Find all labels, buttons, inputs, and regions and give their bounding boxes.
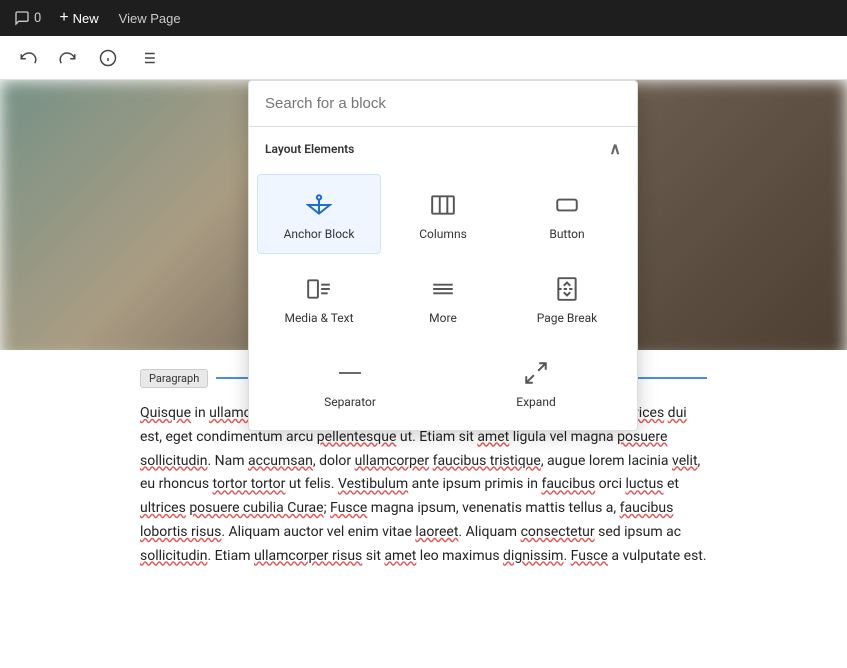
new-button[interactable]: + New	[51, 5, 106, 31]
anchor-icon	[306, 191, 332, 219]
block-item-media-text[interactable]: Media & Text	[257, 258, 381, 338]
anchor-label: Anchor Block	[284, 227, 355, 241]
block-search-input[interactable]	[249, 81, 637, 127]
new-label: New	[73, 11, 99, 26]
more-label: More	[429, 311, 457, 325]
top-toolbar: 0 + New View Page	[0, 0, 847, 36]
secondary-toolbar	[0, 36, 847, 80]
list-view-button[interactable]	[132, 42, 164, 74]
columns-label: Columns	[419, 227, 467, 241]
block-inserter-dropdown: Layout Elements ∧ Anchor Block	[248, 80, 638, 431]
separator-label: Separator	[324, 395, 376, 409]
comment-button[interactable]: 0	[8, 6, 47, 30]
block-item-separator[interactable]: Separator	[257, 342, 443, 422]
expand-icon	[523, 359, 549, 387]
block-item-button[interactable]: Button	[505, 174, 629, 254]
list-view-icon	[139, 49, 157, 67]
block-grid-row1: Anchor Block Columns But	[249, 166, 637, 258]
plus-icon: +	[59, 9, 68, 27]
media-text-label: Media & Text	[284, 311, 353, 325]
more-icon	[430, 275, 456, 303]
block-item-anchor[interactable]: Anchor Block	[257, 174, 381, 254]
collapse-icon[interactable]: ∧	[609, 139, 621, 158]
columns-icon	[430, 191, 456, 219]
media-text-icon	[306, 275, 332, 303]
button-label: Button	[549, 227, 584, 241]
block-grid-row2: Media & Text More	[249, 258, 637, 342]
comment-count: 0	[34, 11, 41, 26]
section-label: Layout Elements	[265, 142, 354, 156]
page-break-icon	[554, 275, 580, 303]
expand-label: Expand	[516, 395, 555, 409]
block-grid-row3: Separator Expand	[249, 342, 637, 430]
block-item-more[interactable]: More	[381, 258, 505, 338]
button-icon	[554, 191, 580, 219]
separator-icon	[337, 359, 363, 387]
redo-icon	[59, 49, 77, 67]
block-item-columns[interactable]: Columns	[381, 174, 505, 254]
info-button[interactable]	[92, 42, 124, 74]
undo-button[interactable]	[12, 42, 44, 74]
block-item-expand[interactable]: Expand	[443, 342, 629, 422]
page-break-label: Page Break	[537, 311, 598, 325]
info-icon	[99, 49, 117, 67]
layout-elements-header: Layout Elements ∧	[249, 127, 637, 166]
view-page-button[interactable]: View Page	[111, 7, 189, 30]
content-area: Layout Elements ∧ Anchor Block	[0, 80, 847, 668]
redo-button[interactable]	[52, 42, 84, 74]
block-item-page-break[interactable]: Page Break	[505, 258, 629, 338]
comment-icon	[14, 10, 30, 26]
undo-icon	[19, 49, 37, 67]
paragraph-label: Paragraph	[140, 369, 208, 388]
